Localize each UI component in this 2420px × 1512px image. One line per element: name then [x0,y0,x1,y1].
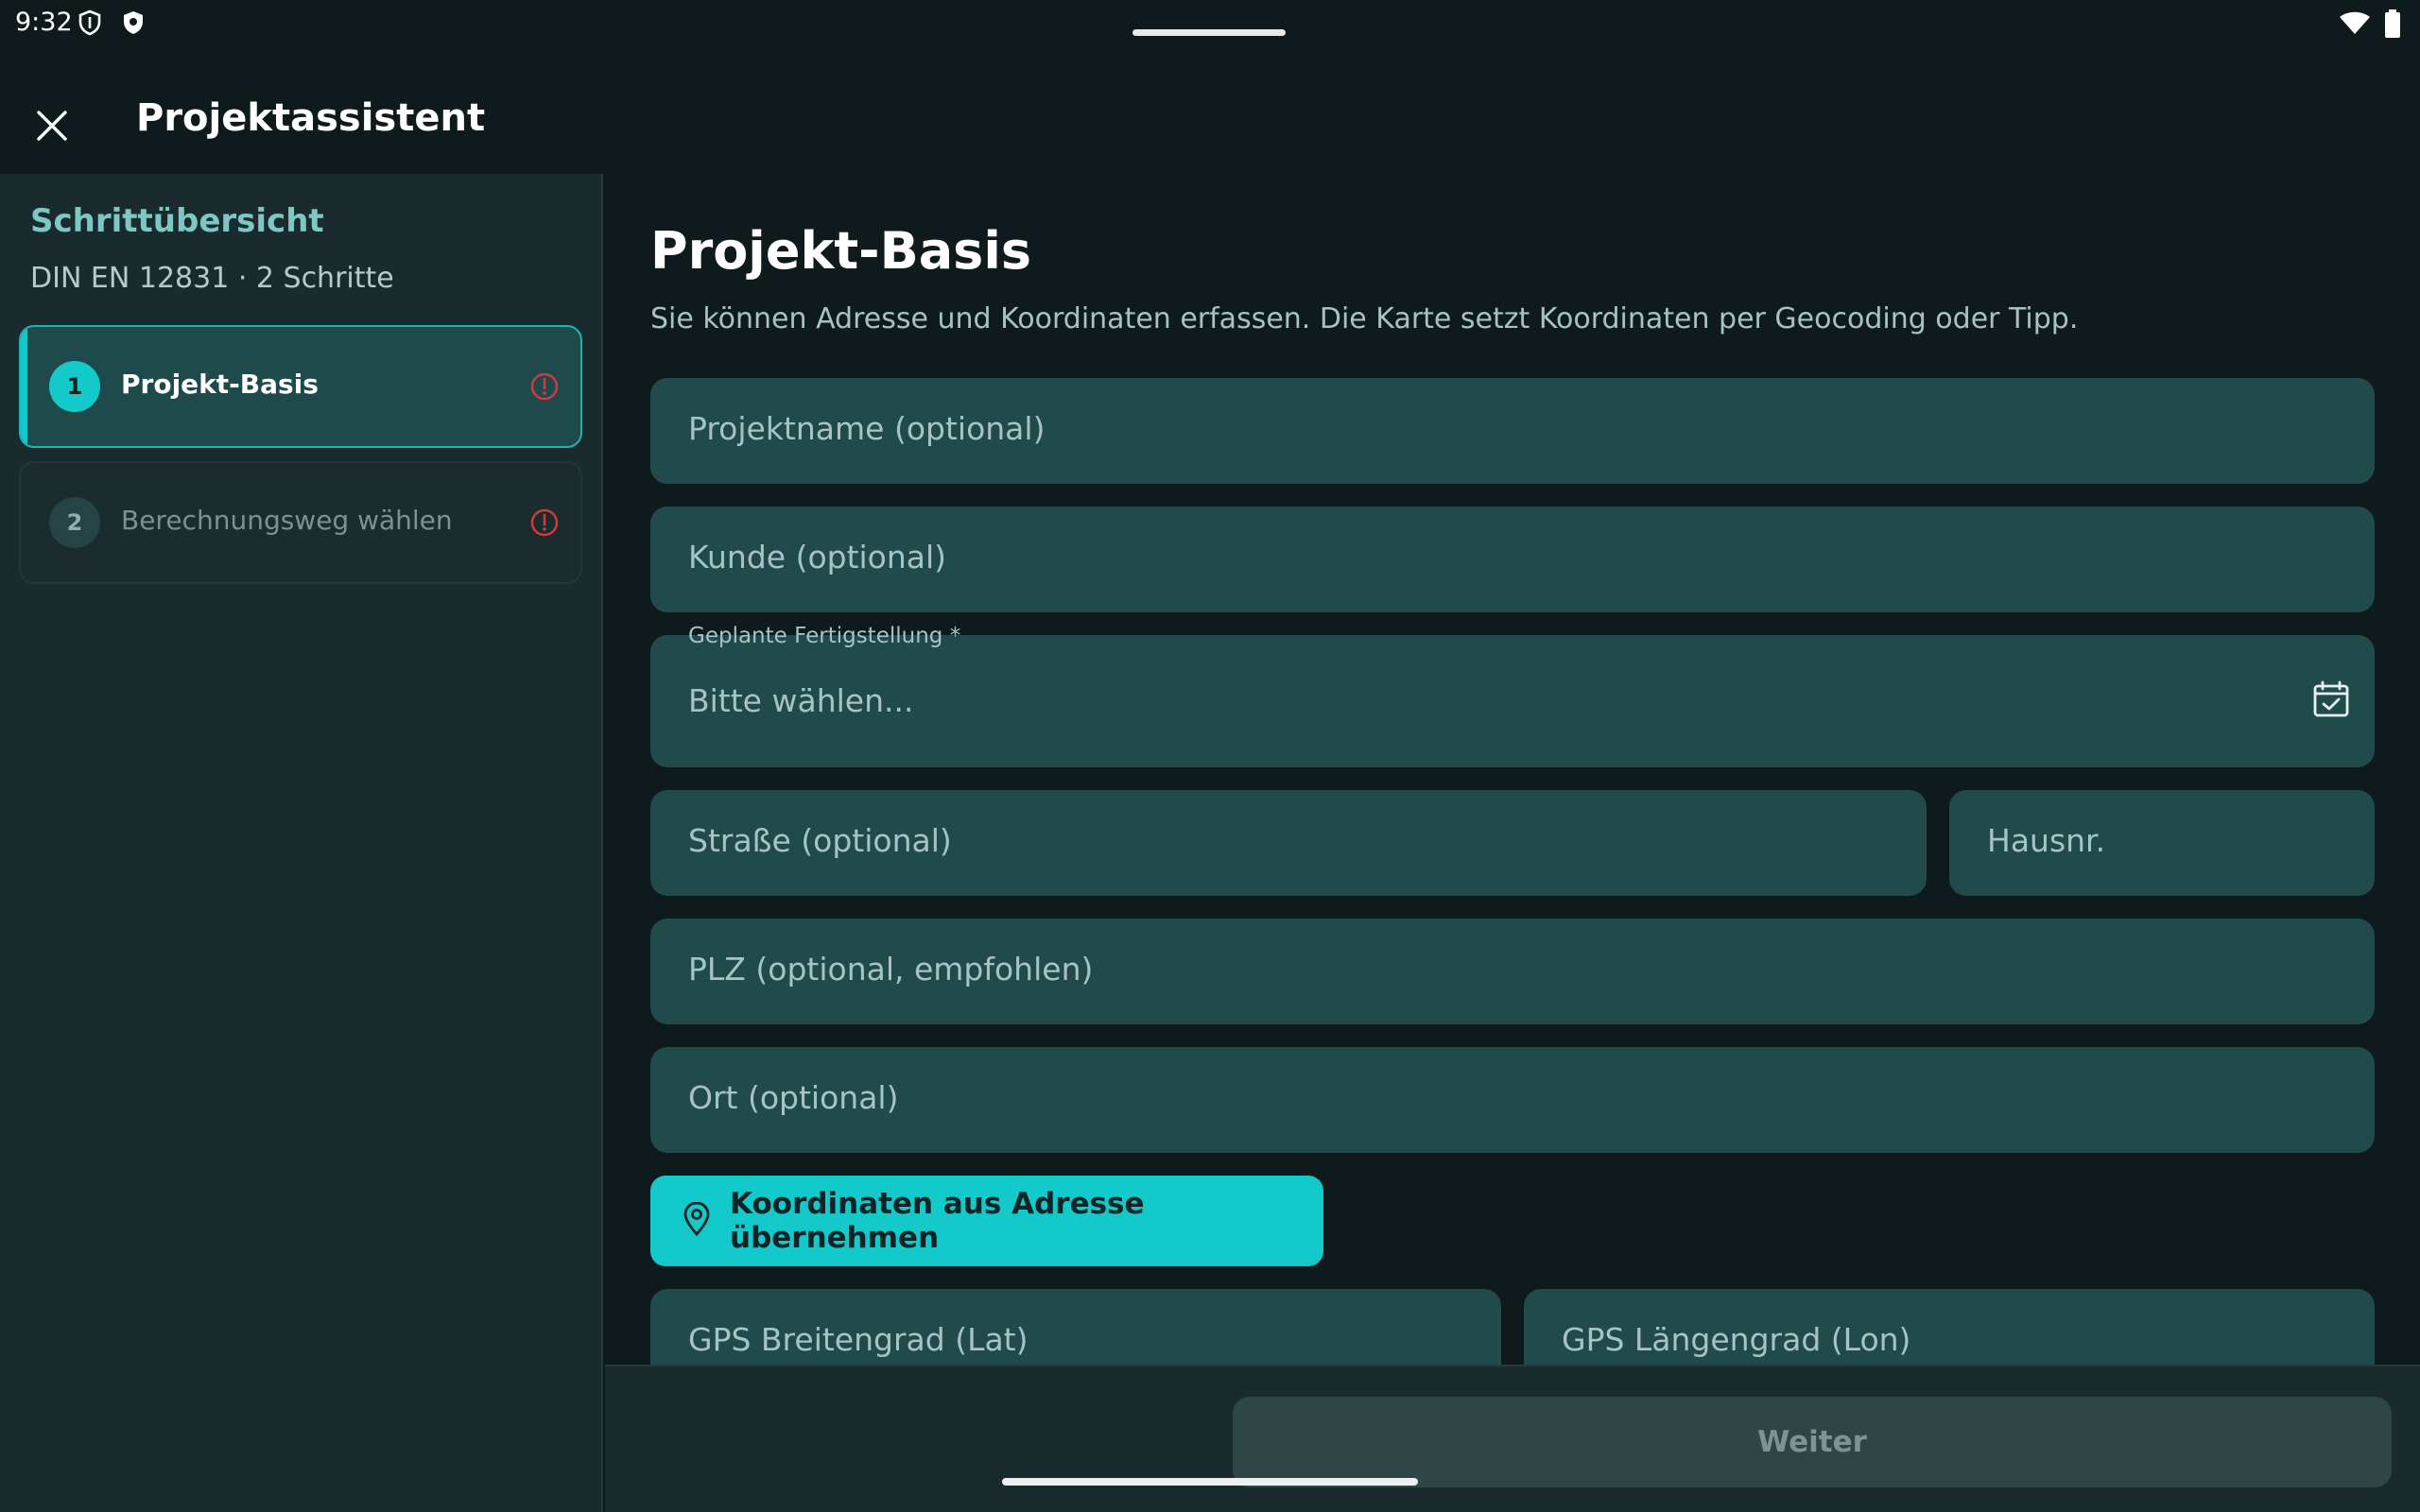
app-bar: Projektassistent [0,45,2420,174]
city-input[interactable]: Ort (optional) [650,1047,2375,1153]
gesture-handle-bottom [1002,1478,1418,1486]
zip-placeholder: PLZ (optional, empfohlen) [688,951,1094,988]
app-title: Projektassistent [136,96,486,140]
main-form: Projekt-Basis Sie können Adresse und Koo… [605,174,2420,1365]
step-label: Projekt-Basis [121,369,319,400]
wifi-icon [2339,11,2371,40]
sidebar-subtitle: DIN EN 12831 · 2 Schritte [30,262,394,295]
location-pin-icon [683,1201,711,1240]
coordinates-button-label: Koordinaten aus Adresse übernehmen [730,1187,1145,1255]
street-placeholder: Straße (optional) [688,822,952,859]
project-name-placeholder: Projektname (optional) [688,410,1046,447]
sidebar-title: Schrittübersicht [30,202,324,240]
project-name-input[interactable]: Projektname (optional) [650,378,2375,484]
step-label: Berechnungsweg wählen [121,505,453,536]
house-number-input[interactable]: Hausnr. [1949,790,2375,896]
shield-outline-icon [78,9,102,36]
error-circle-icon [529,371,560,402]
next-button[interactable]: Weiter [1233,1397,2392,1487]
customer-placeholder: Kunde (optional) [688,539,947,576]
step-number: 1 [49,361,100,412]
completion-date-placeholder: Bitte wählen... [688,682,914,719]
step-sidebar: Schrittübersicht DIN EN 12831 · 2 Schrit… [0,174,603,1512]
step-item-projekt-basis[interactable]: 1 Projekt-Basis [19,325,582,448]
step-item-berechnungsweg[interactable]: 2 Berechnungsweg wählen [19,461,582,584]
completion-date-picker[interactable]: Bitte wählen... [650,635,2375,767]
battery-icon [2384,9,2401,42]
next-button-label: Weiter [1757,1425,1867,1459]
calendar-check-icon[interactable] [2310,679,2352,720]
close-icon[interactable] [25,98,79,153]
gps-lat-input[interactable]: GPS Breitengrad (Lat) [650,1289,1501,1365]
zip-input[interactable]: PLZ (optional, empfohlen) [650,919,2375,1024]
page-description: Sie können Adresse und Koordinaten erfas… [650,302,2079,335]
city-placeholder: Ort (optional) [688,1079,899,1116]
shield-check-icon [121,9,146,36]
customer-input[interactable]: Kunde (optional) [650,507,2375,612]
status-time: 9:32 [15,8,73,37]
street-input[interactable]: Straße (optional) [650,790,1927,896]
house-number-placeholder: Hausnr. [1987,822,2106,859]
gps-lon-input[interactable]: GPS Längengrad (Lon) [1524,1289,2375,1365]
page-title: Projekt-Basis [650,221,1031,281]
gps-lat-placeholder: GPS Breitengrad (Lat) [688,1321,1028,1358]
completion-date-label: Geplante Fertigstellung * [688,624,961,648]
step-number: 2 [49,497,100,548]
wizard-footer: Weiter [605,1365,2420,1512]
error-circle-icon [529,507,560,538]
status-bar: 9:32 [0,0,2420,45]
gesture-handle-top [1132,29,1286,36]
coordinates-from-address-button[interactable]: Koordinaten aus Adresse übernehmen [650,1176,1323,1266]
gps-lon-placeholder: GPS Längengrad (Lon) [1562,1321,1911,1358]
